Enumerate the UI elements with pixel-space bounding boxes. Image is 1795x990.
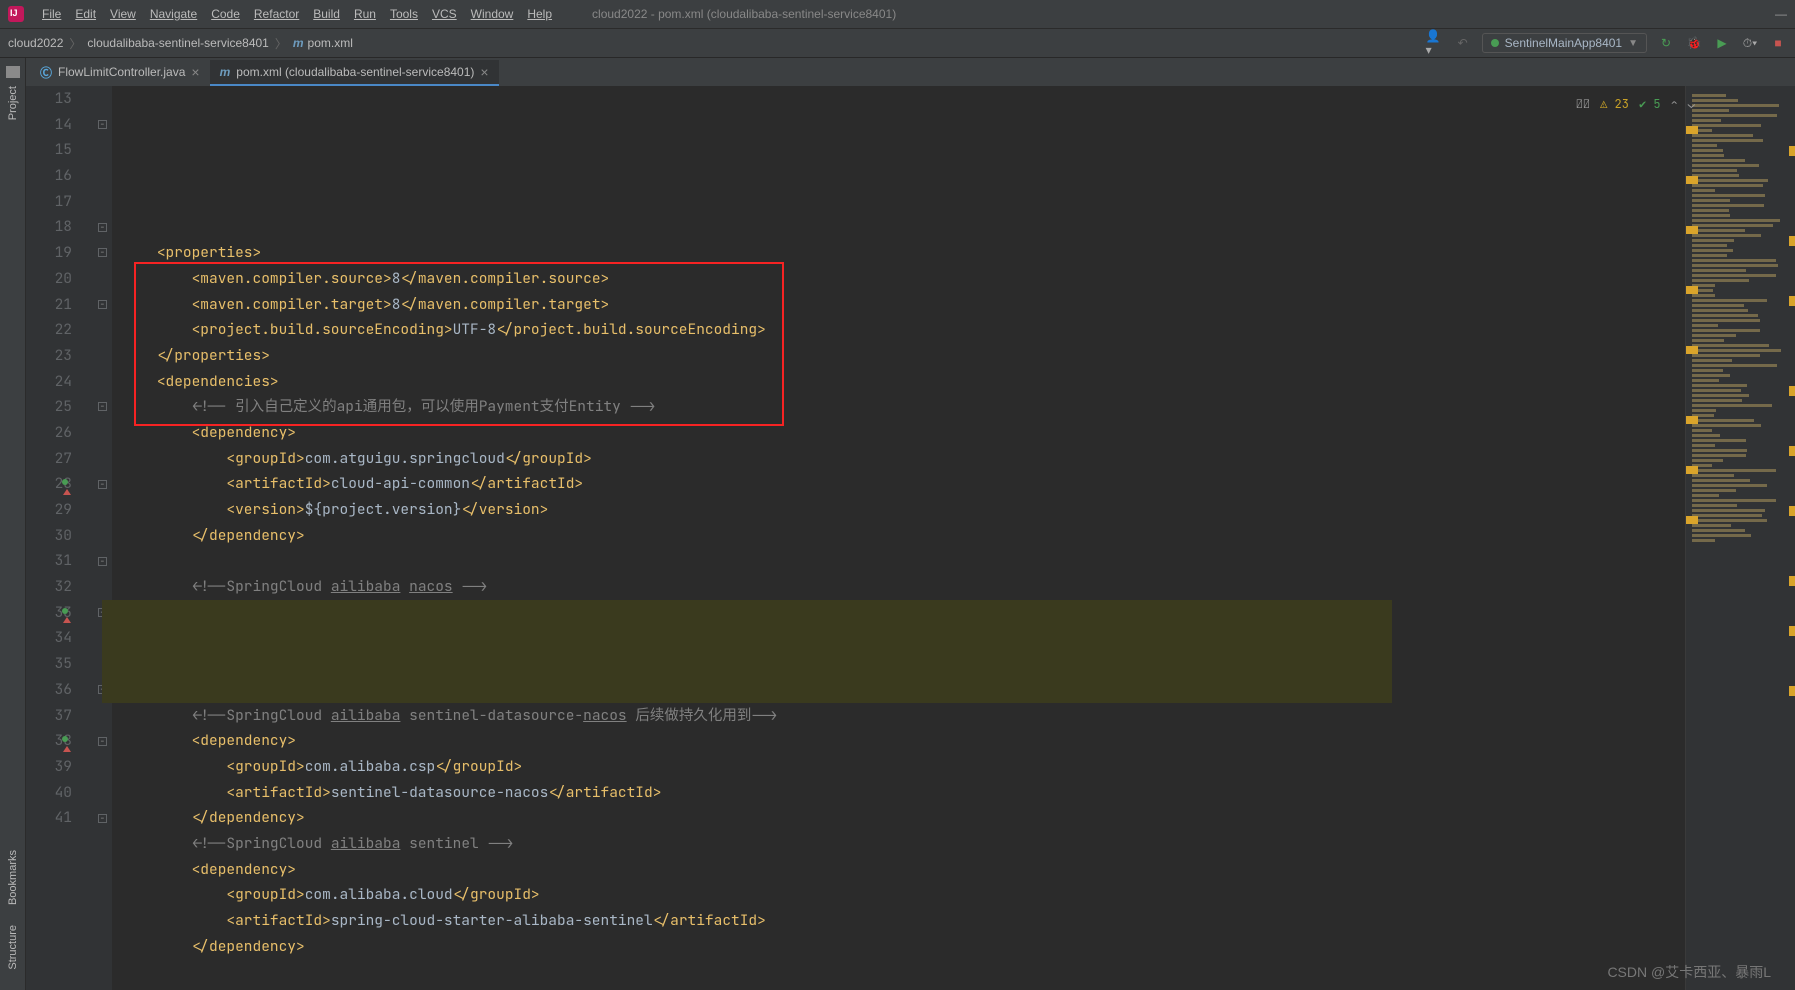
- menu-view[interactable]: View: [110, 7, 136, 21]
- editor-area: Ⓒ FlowLimitController.java × m pom.xml (…: [26, 58, 1795, 990]
- run-config-name: SentinelMainApp8401: [1505, 36, 1622, 50]
- breadcrumb-module[interactable]: cloudalibaba-sentinel-service8401: [87, 36, 268, 50]
- navigation-bar: cloud2022 〉 cloudalibaba-sentinel-servic…: [0, 28, 1795, 58]
- menu-edit[interactable]: Edit: [75, 7, 96, 21]
- tab-label: FlowLimitController.java: [58, 65, 185, 79]
- run-status-icon: [1491, 39, 1499, 47]
- project-tool[interactable]: Project: [7, 86, 19, 120]
- main-area: Project Bookmarks Structure Ⓒ FlowLimitC…: [0, 58, 1795, 990]
- editor-tabs: Ⓒ FlowLimitController.java × m pom.xml (…: [26, 58, 1795, 86]
- title-bar: File Edit View Navigate Code Refactor Bu…: [0, 0, 1795, 28]
- left-tool-strip: Project Bookmarks Structure: [0, 58, 26, 990]
- fold-column[interactable]: −−−−−−−−−−−: [94, 86, 112, 990]
- breadcrumb-file[interactable]: pom.xml: [308, 36, 353, 50]
- breadcrumb-root[interactable]: cloud2022: [8, 36, 63, 50]
- menu-help[interactable]: Help: [527, 7, 552, 21]
- run-icon[interactable]: ↻: [1657, 34, 1675, 52]
- tab-flowlimitcontroller[interactable]: Ⓒ FlowLimitController.java ×: [30, 60, 210, 86]
- passes-count[interactable]: ✔ 5: [1639, 92, 1661, 118]
- readonly-icon: 👁⃠: [1576, 92, 1590, 118]
- bookmarks-tool[interactable]: Bookmarks: [7, 850, 19, 905]
- menu-refactor[interactable]: Refactor: [254, 7, 299, 21]
- breadcrumb-sep-icon: 〉: [275, 35, 287, 52]
- code-content[interactable]: <properties> <maven.compiler.source>8</m…: [112, 86, 1685, 990]
- menu-window[interactable]: Window: [471, 7, 514, 21]
- stop-icon[interactable]: ■: [1769, 34, 1787, 52]
- next-highlight-icon[interactable]: ⌄: [1688, 92, 1695, 118]
- main-menu: File Edit View Navigate Code Refactor Bu…: [42, 7, 552, 21]
- watermark-text: CSDN @艾卡西亚、暴雨L: [1607, 962, 1771, 982]
- menu-tools[interactable]: Tools: [390, 7, 418, 21]
- close-tab-icon[interactable]: ×: [191, 64, 199, 80]
- app-logo-icon: [8, 6, 24, 22]
- menu-file[interactable]: File: [42, 7, 61, 21]
- minimize-icon[interactable]: —: [1775, 7, 1787, 21]
- prev-highlight-icon[interactable]: ⌃: [1671, 92, 1678, 118]
- user-add-icon[interactable]: 👤▾: [1426, 34, 1444, 52]
- maven-file-icon: m: [220, 65, 231, 79]
- tab-label: pom.xml (cloudalibaba-sentinel-service84…: [236, 65, 474, 79]
- run-configuration-selector[interactable]: SentinelMainApp8401 ▼: [1482, 33, 1647, 53]
- tab-pom-xml[interactable]: m pom.xml (cloudalibaba-sentinel-service…: [210, 60, 499, 86]
- warnings-count[interactable]: ⚠ 23: [1600, 92, 1629, 118]
- window-title: cloud2022 - pom.xml (cloudalibaba-sentin…: [592, 7, 896, 21]
- java-class-icon: Ⓒ: [40, 64, 52, 81]
- code-editor[interactable]: 👁⃠ ⚠ 23 ✔ 5 ⌃ ⌄ 131415161718192021222324…: [26, 86, 1795, 990]
- structure-tool[interactable]: Structure: [7, 925, 19, 970]
- back-icon[interactable]: ↶: [1454, 34, 1472, 52]
- menu-code[interactable]: Code: [211, 7, 240, 21]
- debug-icon[interactable]: 🐞: [1685, 34, 1703, 52]
- breadcrumb-sep-icon: 〉: [69, 35, 81, 52]
- dropdown-arrow-icon: ▼: [1628, 38, 1638, 49]
- menu-run[interactable]: Run: [354, 7, 376, 21]
- coverage-icon[interactable]: ▶: [1713, 34, 1731, 52]
- inspection-widget[interactable]: 👁⃠ ⚠ 23 ✔ 5 ⌃ ⌄: [1576, 92, 1695, 118]
- profiler-icon[interactable]: ⏱▾: [1741, 34, 1759, 52]
- code-minimap[interactable]: [1685, 86, 1795, 990]
- project-icon[interactable]: [6, 66, 20, 78]
- close-tab-icon[interactable]: ×: [480, 64, 488, 80]
- menu-navigate[interactable]: Navigate: [150, 7, 197, 21]
- menu-vcs[interactable]: VCS: [432, 7, 457, 21]
- line-number-gutter[interactable]: 1314151617181920212223242526272829303132…: [26, 86, 94, 990]
- maven-file-icon: m: [293, 36, 304, 50]
- menu-build[interactable]: Build: [313, 7, 340, 21]
